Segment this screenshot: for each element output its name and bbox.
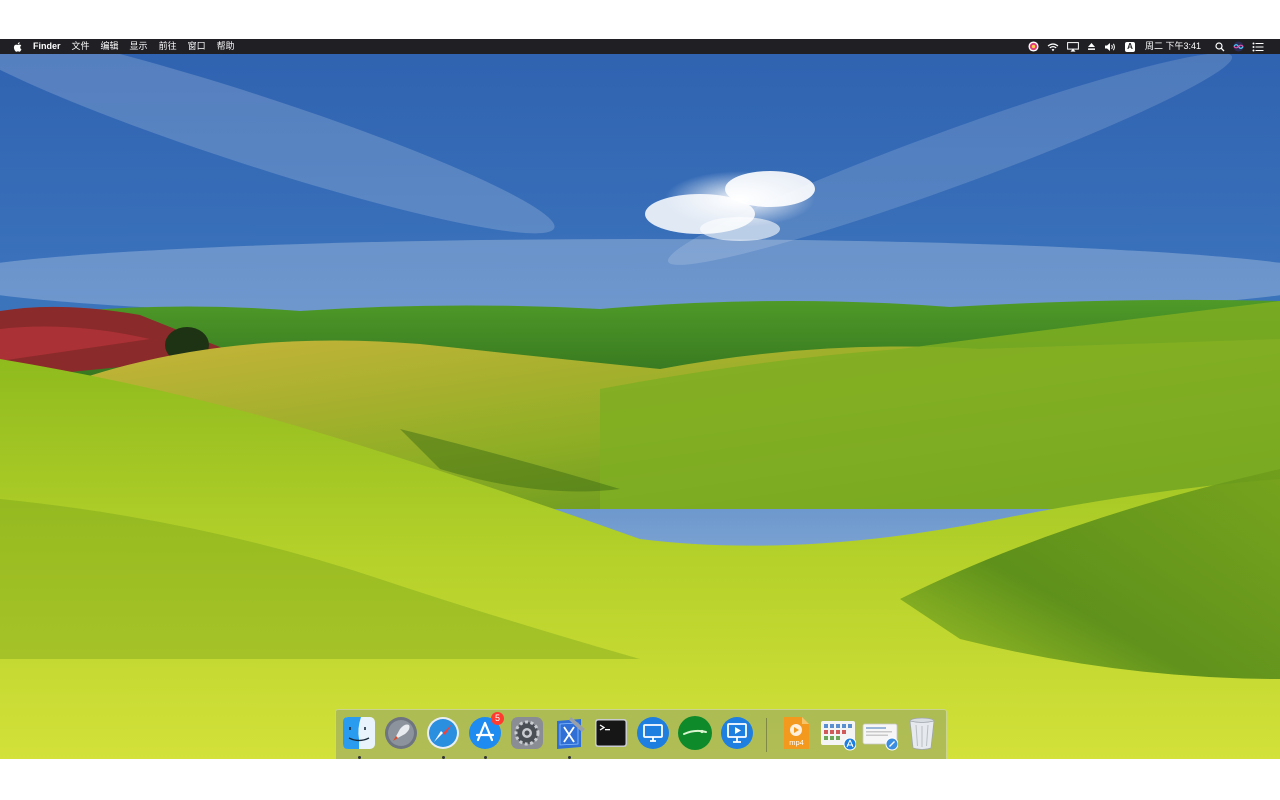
mp4-label: mp4 <box>789 738 804 747</box>
menu-bar: Finder 文件 编辑 显示 前往 窗口 帮助 A 周二 下午3:41 <box>0 39 1280 54</box>
running-indicator <box>484 756 487 759</box>
dock-system-preferences[interactable] <box>509 715 545 753</box>
apple-menu-icon[interactable] <box>12 41 22 52</box>
notification-center-icon[interactable] <box>1252 42 1264 52</box>
menu-help[interactable]: 帮助 <box>217 39 235 54</box>
mp4-file-icon: mp4 <box>784 717 809 749</box>
dock-app-store[interactable]: 5 <box>467 712 504 759</box>
dock-mp4-file[interactable]: mp4 <box>778 715 814 753</box>
dock-applications-stack[interactable] <box>820 715 856 753</box>
volume-icon[interactable] <box>1104 42 1117 52</box>
notification-badge: 5 <box>491 712 504 725</box>
dock-safari[interactable] <box>425 715 461 759</box>
running-indicator <box>568 756 571 759</box>
wifi-icon[interactable] <box>1047 42 1059 52</box>
siri-icon[interactable] <box>1233 41 1244 52</box>
xcode-icon <box>557 717 585 749</box>
input-source-indicator[interactable]: A <box>1124 41 1135 52</box>
menu-clock[interactable]: 周二 下午3:41 <box>1145 39 1201 54</box>
downloads-stack-icon <box>862 723 898 751</box>
running-indicator <box>358 756 361 759</box>
desktop-wallpaper <box>0 39 1280 759</box>
desktop-screen: Finder 文件 编辑 显示 前往 窗口 帮助 A 周二 下午3:41 5 m… <box>0 39 1280 759</box>
dock-downloads-stack[interactable] <box>862 715 898 753</box>
flower-icon[interactable] <box>1028 41 1039 52</box>
presentation-icon <box>721 717 753 749</box>
gear-icon <box>511 717 543 749</box>
menu-window[interactable]: 窗口 <box>188 39 206 54</box>
menu-file[interactable]: 文件 <box>72 39 90 54</box>
dock-remote-desktop[interactable] <box>635 715 671 753</box>
finder-icon <box>343 717 375 749</box>
search-icon[interactable] <box>1215 41 1225 52</box>
monitor-icon <box>637 717 669 749</box>
applications-stack-icon <box>821 721 856 751</box>
eject-icon[interactable] <box>1087 42 1096 51</box>
app-name-menu[interactable]: Finder <box>33 39 61 54</box>
dock-screen-share[interactable] <box>719 715 755 753</box>
airplay-icon[interactable] <box>1067 41 1079 52</box>
dock: 5 mp4 <box>335 709 947 759</box>
dock-finder[interactable] <box>341 715 377 759</box>
dock-launchpad[interactable] <box>383 715 419 753</box>
dock-xcode[interactable] <box>551 715 587 759</box>
green-circle-icon <box>678 716 712 750</box>
menu-go[interactable]: 前往 <box>159 39 177 54</box>
dock-trash[interactable] <box>904 715 940 753</box>
trash-icon <box>909 717 935 750</box>
launchpad-icon <box>385 717 417 749</box>
menu-edit[interactable]: 编辑 <box>101 39 119 54</box>
running-indicator <box>442 756 445 759</box>
dock-terminal[interactable] <box>593 715 629 753</box>
dock-green-app[interactable] <box>677 715 713 753</box>
menu-view[interactable]: 显示 <box>130 39 148 54</box>
safari-icon <box>427 717 459 749</box>
dock-separator <box>766 718 767 752</box>
terminal-icon <box>595 719 627 747</box>
